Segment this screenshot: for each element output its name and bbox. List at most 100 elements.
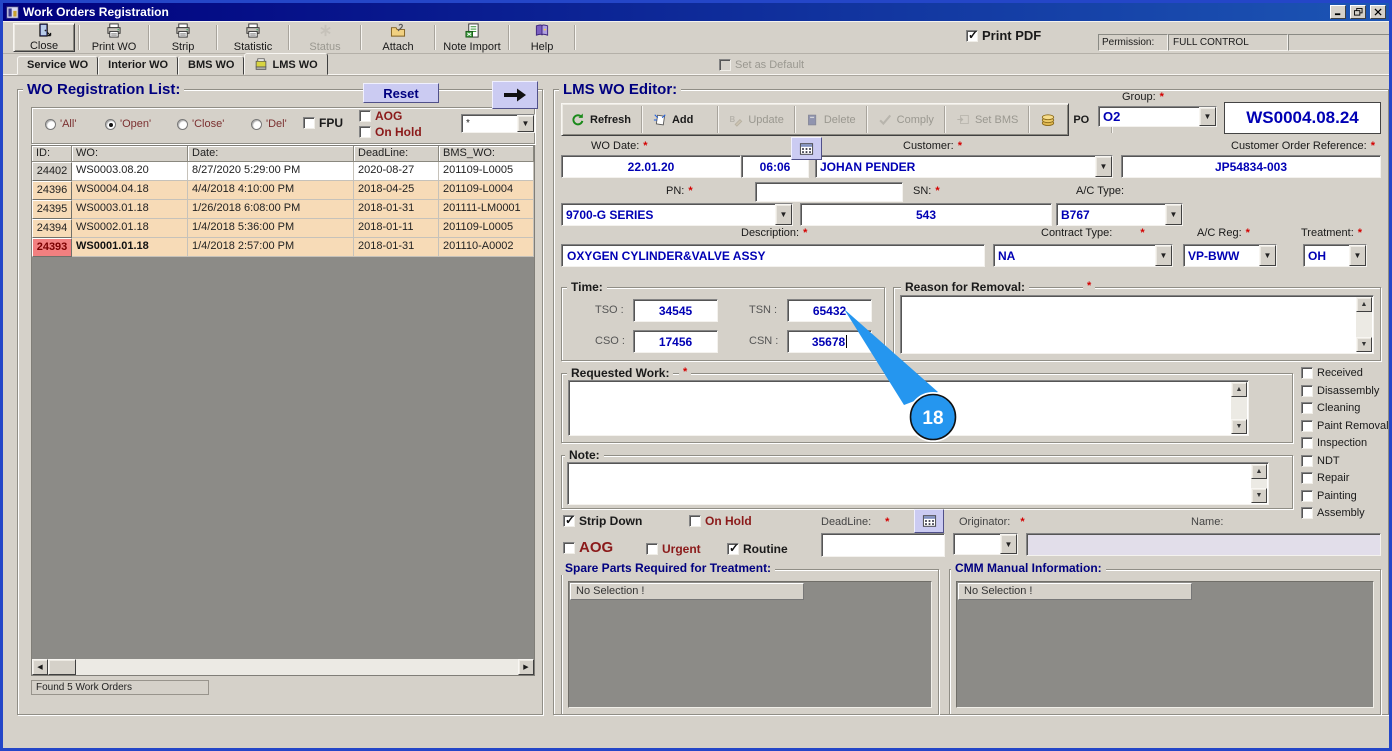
name-field[interactable] [1026,533,1381,556]
scroll-up-icon[interactable]: ▲ [1356,297,1372,312]
close-button[interactable]: Close [13,23,75,52]
scroll-down-icon[interactable]: ▼ [1356,337,1372,352]
customer-order-reference-field[interactable]: JP54834-003 [1121,155,1381,178]
chevron-down-icon[interactable]: ▼ [1000,534,1017,554]
wo-date-calendar-button[interactable] [791,137,822,160]
aog-filter-checkbox[interactable] [359,110,371,122]
tab-lms-wo[interactable]: LMS WO [244,53,328,75]
filter-close-radio[interactable] [177,118,188,130]
painting-checkbox[interactable] [1301,490,1313,502]
table-row[interactable]: 24394 WS0002.01.18 1/4/2018 5:36:00 PM 2… [32,219,534,238]
treatment-combo[interactable]: OH ▼ [1303,244,1367,267]
po-button[interactable]: PO [1033,113,1108,127]
customer-combo[interactable]: JOHAN PENDER ▼ [815,155,1113,178]
sn-field[interactable]: 543 [800,203,1052,226]
tsn-field[interactable]: 65432 [787,299,872,322]
aog-checkbox[interactable] [563,541,575,554]
vertical-scrollbar[interactable]: ▲ ▼ [1231,382,1247,434]
reason-for-removal-textarea[interactable]: ▲ ▼ [900,295,1374,354]
refresh-button[interactable]: Refresh [564,112,638,127]
routine-checkbox[interactable] [727,541,739,555]
close-window-button[interactable] [1370,5,1386,19]
table-row-selected[interactable]: 24393 WS0001.01.18 1/4/2018 2:57:00 PM 2… [32,238,534,257]
received-checkbox[interactable] [1301,367,1313,379]
add-button[interactable]: Add [646,113,714,127]
repair-checkbox[interactable] [1301,472,1313,484]
spare-parts-list[interactable]: No Selection ! [568,581,932,708]
pn-extra-field[interactable] [755,182,903,202]
group-combo[interactable]: O2 ▼ [1098,106,1217,127]
print-pdf-checkbox[interactable] [966,28,978,42]
ac-reg-combo[interactable]: VP-BWW ▼ [1183,244,1277,267]
minimize-button[interactable] [1330,5,1346,19]
column-header-id[interactable]: ID: [32,146,72,162]
ndt-checkbox[interactable] [1301,455,1313,467]
disassembly-checkbox[interactable] [1301,385,1313,397]
restore-button[interactable] [1350,5,1366,19]
chevron-down-icon[interactable]: ▼ [1095,156,1112,177]
ac-type-combo[interactable]: B767 ▼ [1056,203,1183,226]
pn-combo[interactable]: 9700-G SERIES ▼ [561,203,793,226]
chevron-down-icon[interactable]: ▼ [1259,245,1276,266]
scroll-up-icon[interactable]: ▲ [1231,382,1247,397]
note-textarea[interactable]: ▲ ▼ [567,462,1269,505]
vertical-scrollbar[interactable]: ▲ ▼ [1251,464,1267,503]
column-header-date[interactable]: Date: [188,146,354,162]
wo-date-field[interactable]: 22.01.20 [561,155,741,178]
filter-del-radio[interactable] [251,118,262,130]
statistic-button[interactable]: Statistic [221,23,285,53]
scroll-up-icon[interactable]: ▲ [1251,464,1267,479]
column-header-wo[interactable]: WO: [72,146,188,162]
scroll-left-icon[interactable]: ◀ [32,659,48,675]
tab-bms-wo[interactable]: BMS WO [178,56,245,75]
tab-interior-wo[interactable]: Interior WO [98,56,179,75]
help-button[interactable]: Help [513,23,571,53]
column-header-bms-wo[interactable]: BMS_WO: [439,146,534,162]
deadline-calendar-button[interactable] [914,509,944,533]
fpu-checkbox[interactable] [303,117,315,129]
paint-removal-checkbox[interactable] [1301,420,1313,432]
strip-button[interactable]: Strip [153,23,213,53]
chevron-down-icon[interactable]: ▼ [1165,204,1182,225]
urgent-checkbox[interactable] [646,543,658,555]
csn-field[interactable]: 35678 [787,330,872,353]
vertical-scrollbar[interactable]: ▲ ▼ [1356,297,1372,352]
attach-button[interactable]: Attach [365,23,431,53]
cleaning-checkbox[interactable] [1301,402,1313,414]
reset-button[interactable]: Reset [363,83,439,103]
tso-field[interactable]: 34545 [633,299,718,322]
scroll-right-icon[interactable]: ▶ [518,659,534,675]
tab-service-wo[interactable]: Service WO [17,56,99,75]
deadline-field[interactable] [821,533,945,557]
open-editor-arrow-button[interactable] [492,81,538,109]
on-hold-checkbox[interactable] [689,515,701,527]
print-wo-button[interactable]: Print WO [83,23,145,53]
chevron-down-icon[interactable]: ▼ [517,115,534,132]
contract-type-combo[interactable]: NA ▼ [993,244,1173,267]
table-row[interactable]: 24402 WS0003.08.20 8/27/2020 5:29:00 PM … [32,162,534,181]
assembly-checkbox[interactable] [1301,507,1313,519]
table-row[interactable]: 24395 WS0003.01.18 1/26/2018 6:08:00 PM … [32,200,534,219]
list-search-combo[interactable]: * ▼ [461,114,535,133]
on-hold-filter-checkbox[interactable] [359,126,371,138]
chevron-down-icon[interactable]: ▼ [1155,245,1172,266]
horizontal-scrollbar[interactable]: ◀ ▶ [32,659,534,675]
inspection-checkbox[interactable] [1301,437,1313,449]
column-header-deadline[interactable]: DeadLine: [354,146,439,162]
note-import-button[interactable]: Note Import [439,23,505,53]
cso-field[interactable]: 17456 [633,330,718,353]
filter-all-radio[interactable] [45,118,56,130]
cmm-list[interactable]: No Selection ! [956,581,1374,708]
description-field[interactable]: OXYGEN CYLINDER&VALVE ASSY [561,244,985,267]
table-row[interactable]: 24396 WS0004.04.18 4/4/2018 4:10:00 PM 2… [32,181,534,200]
strip-down-checkbox[interactable] [563,513,575,527]
requested-work-textarea[interactable]: ▲ ▼ [568,380,1249,436]
chevron-down-icon[interactable]: ▼ [1199,107,1216,126]
filter-open-radio[interactable] [105,118,116,130]
scroll-down-icon[interactable]: ▼ [1231,419,1247,434]
scrollbar-thumb[interactable] [48,659,76,675]
chevron-down-icon[interactable]: ▼ [1349,245,1366,266]
scroll-down-icon[interactable]: ▼ [1251,488,1267,503]
chevron-down-icon[interactable]: ▼ [775,204,792,225]
originator-combo[interactable]: ▼ [953,533,1018,555]
